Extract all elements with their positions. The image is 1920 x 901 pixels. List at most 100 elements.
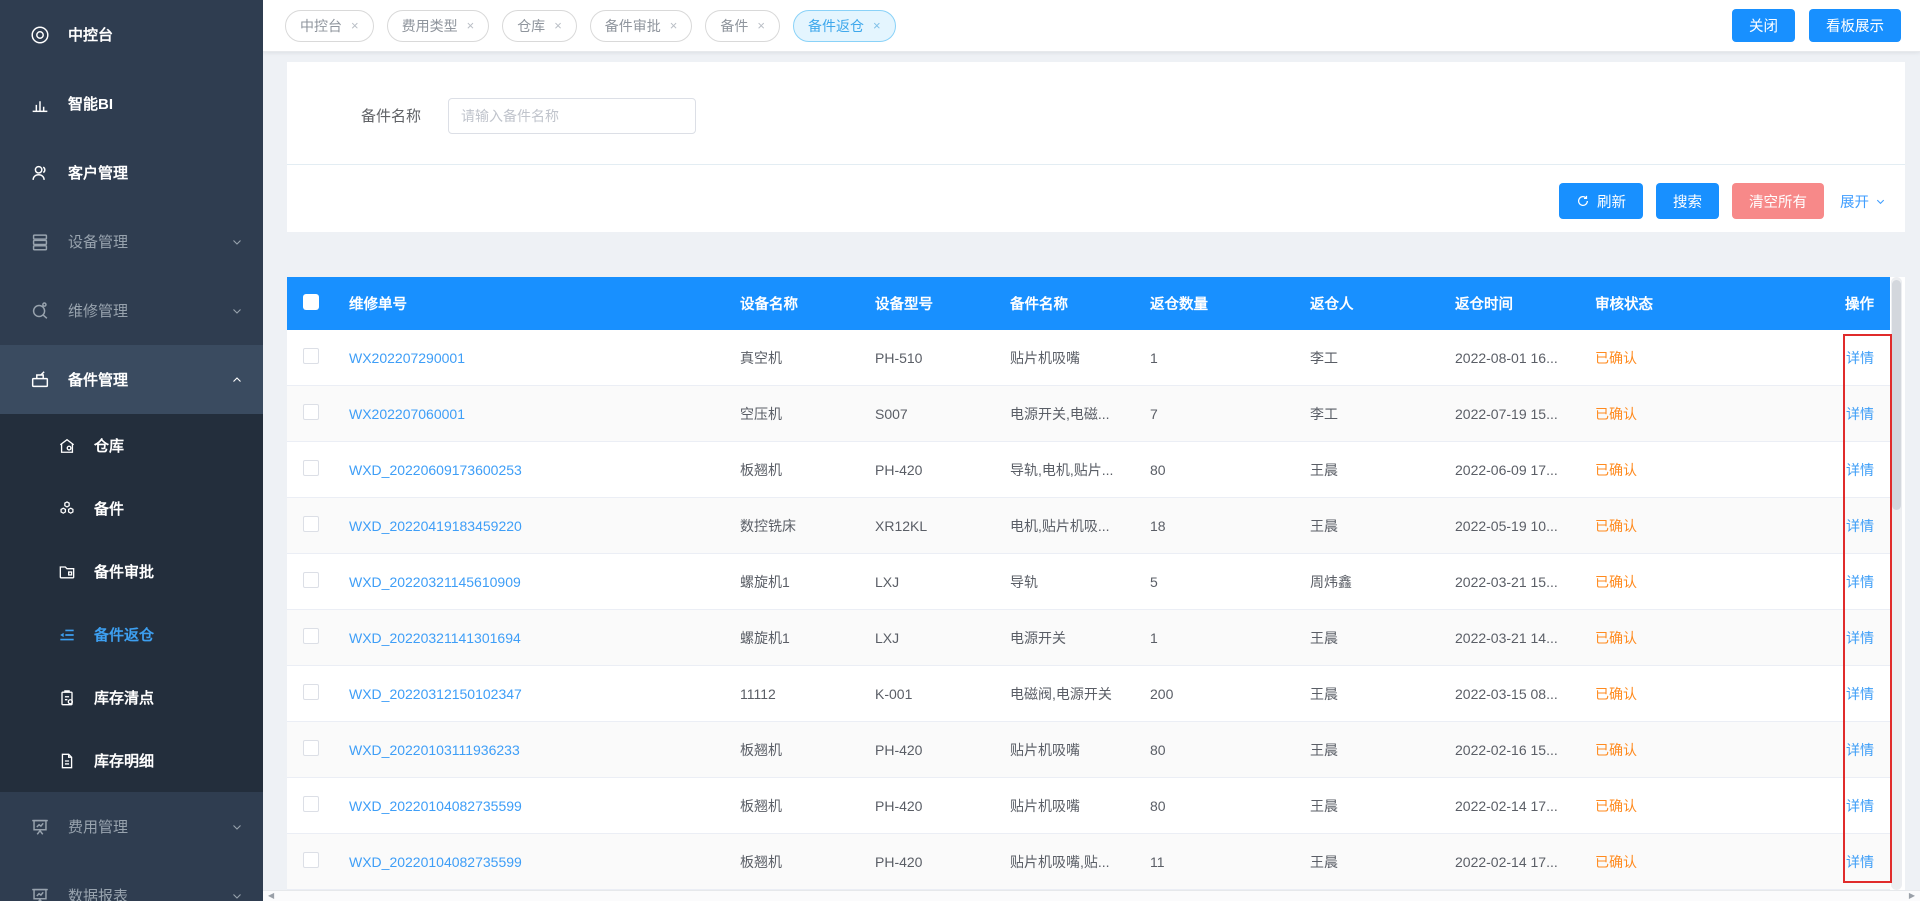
order-number-link[interactable]: WXD_20220104082735599 <box>349 798 522 814</box>
folder-icon <box>56 561 78 583</box>
return-qty-cell: 7 <box>1142 406 1302 422</box>
detail-link[interactable]: 详情 <box>1846 574 1874 590</box>
column-header[interactable]: 备件名称 <box>1002 293 1142 314</box>
refresh-button[interactable]: 刷新 <box>1559 183 1643 219</box>
detail-link[interactable]: 详情 <box>1846 518 1874 534</box>
search-button[interactable]: 搜索 <box>1656 183 1719 219</box>
detail-link[interactable]: 详情 <box>1846 742 1874 758</box>
device-model-cell: LXJ <box>867 574 1002 590</box>
tab-console[interactable]: 中控台× <box>285 10 374 42</box>
return-qty-cell: 18 <box>1142 518 1302 534</box>
detail-link[interactable]: 详情 <box>1846 406 1874 422</box>
tab-parts-approval[interactable]: 备件审批× <box>590 10 693 42</box>
sidebar-item-warehouse[interactable]: 仓库 <box>0 414 263 477</box>
row-checkbox[interactable] <box>303 628 319 644</box>
detail-link[interactable]: 详情 <box>1846 854 1874 870</box>
bi-chart-icon <box>28 92 52 116</box>
order-number-link[interactable]: WX202207060001 <box>349 406 465 422</box>
row-checkbox[interactable] <box>303 460 319 476</box>
close-icon[interactable]: × <box>757 19 765 32</box>
device-model-cell: XR12KL <box>867 518 1002 534</box>
column-header[interactable]: 返仓数量 <box>1142 293 1302 314</box>
row-checkbox[interactable] <box>303 516 319 532</box>
vertical-scrollbar-thumb[interactable] <box>1892 280 1901 510</box>
sidebar-item-parts[interactable]: 备件 <box>0 477 263 540</box>
row-checkbox[interactable] <box>303 404 319 420</box>
tag-label: 仓库 <box>517 16 545 36</box>
device-name-cell: 板翘机 <box>732 852 867 872</box>
clear-all-button[interactable]: 清空所有 <box>1732 183 1824 219</box>
order-number-link[interactable]: WXD_20220609173600253 <box>349 462 522 478</box>
sidebar-item-spares[interactable]: 备件管理 <box>0 345 263 414</box>
order-number-link[interactable]: WXD_20220321141301694 <box>349 630 521 646</box>
order-number-link[interactable]: WXD_20220312150102347 <box>349 686 522 702</box>
sidebar-item-bi[interactable]: 智能BI <box>0 69 263 138</box>
scroll-left-arrow-icon[interactable]: ◀ <box>268 891 274 901</box>
column-header[interactable]: 操作 <box>1737 293 1890 314</box>
topbar-buttons: 关闭 看板展示 <box>1732 9 1920 42</box>
returner-cell: 王晨 <box>1302 852 1442 872</box>
sidebar-item-label: 智能BI <box>68 93 113 114</box>
sidebar-item-console[interactable]: 中控台 <box>0 0 263 69</box>
close-icon[interactable]: × <box>467 19 475 32</box>
sidebar-item-parts-return[interactable]: 备件返仓 <box>0 603 263 666</box>
sidebar-item-report[interactable]: 数据报表 <box>0 861 263 901</box>
row-checkbox[interactable] <box>303 684 319 700</box>
tab-parts[interactable]: 备件× <box>705 10 780 42</box>
part-name-input[interactable] <box>448 98 696 134</box>
return-time-cell: 2022-06-09 17... <box>1442 462 1582 478</box>
column-header[interactable]: 设备型号 <box>867 293 1002 314</box>
return-time-cell: 2022-03-15 08... <box>1442 686 1582 702</box>
order-number-link[interactable]: WXD_20220104082735599 <box>349 854 522 870</box>
order-number-link[interactable]: WXD_20220419183459220 <box>349 518 522 534</box>
chevron-down-icon <box>231 890 243 901</box>
horizontal-scrollbar[interactable]: ◀ ▶ <box>263 890 1920 901</box>
close-icon[interactable]: × <box>670 19 678 32</box>
close-icon[interactable]: × <box>873 19 881 32</box>
close-icon[interactable]: × <box>554 19 562 32</box>
sidebar-item-parts-approval[interactable]: 备件审批 <box>0 540 263 603</box>
expand-toggle[interactable]: 展开 <box>1840 191 1886 212</box>
column-header[interactable]: 返仓时间 <box>1442 293 1582 314</box>
part-name-cell: 贴片机吸嘴,贴... <box>1002 852 1142 872</box>
detail-link[interactable]: 详情 <box>1846 350 1874 366</box>
detail-link[interactable]: 详情 <box>1846 462 1874 478</box>
order-number-link[interactable]: WXD_20220321145610909 <box>349 574 521 590</box>
row-checkbox[interactable] <box>303 572 319 588</box>
sidebar-item-repair[interactable]: 维修管理 <box>0 276 263 345</box>
sidebar-item-cost[interactable]: 费用管理 <box>0 792 263 861</box>
audit-status-text: 已确认 <box>1582 516 1737 536</box>
column-header[interactable]: 返仓人 <box>1302 293 1442 314</box>
detail-link[interactable]: 详情 <box>1846 686 1874 702</box>
row-checkbox[interactable] <box>303 852 319 868</box>
sidebar-item-devices[interactable]: 设备管理 <box>0 207 263 276</box>
tab-cost-type[interactable]: 费用类型× <box>387 10 490 42</box>
row-checkbox[interactable] <box>303 740 319 756</box>
returner-cell: 李工 <box>1302 404 1442 424</box>
order-number-link[interactable]: WX202207290001 <box>349 350 465 366</box>
sidebar-item-inventory-detail[interactable]: 库存明细 <box>0 729 263 792</box>
row-checkbox[interactable] <box>303 796 319 812</box>
column-header[interactable]: 维修单号 <box>333 293 732 314</box>
detail-link[interactable]: 详情 <box>1846 798 1874 814</box>
tab-parts-return[interactable]: 备件返仓× <box>793 10 896 42</box>
order-number-link[interactable]: WXD_20220103111936233 <box>349 742 520 758</box>
tag-bar: 中控台× 费用类型× 仓库 × 备件审批× 备件× 备件返仓× 关闭 看板展示 <box>263 0 1920 52</box>
sidebar-item-customers[interactable]: 客户管理 <box>0 138 263 207</box>
detail-link[interactable]: 详情 <box>1846 630 1874 646</box>
column-header[interactable]: 设备名称 <box>732 293 867 314</box>
clipboard-check-icon <box>56 687 78 709</box>
board-display-button[interactable]: 看板展示 <box>1809 9 1901 42</box>
column-header[interactable]: 审核状态 <box>1582 293 1737 314</box>
vertical-scrollbar[interactable] <box>1891 277 1902 890</box>
close-icon[interactable]: × <box>351 19 359 32</box>
row-checkbox[interactable] <box>303 348 319 364</box>
part-name-cell: 贴片机吸嘴 <box>1002 796 1142 816</box>
scroll-right-arrow-icon[interactable]: ▶ <box>1909 891 1915 901</box>
sidebar-item-inventory-check[interactable]: 库存清点 <box>0 666 263 729</box>
close-page-button[interactable]: 关闭 <box>1732 9 1795 42</box>
audit-status-text: 已确认 <box>1582 628 1737 648</box>
select-all-checkbox[interactable] <box>303 294 319 310</box>
return-time-cell: 2022-03-21 15... <box>1442 574 1582 590</box>
tab-warehouse[interactable]: 仓库 × <box>502 10 577 42</box>
